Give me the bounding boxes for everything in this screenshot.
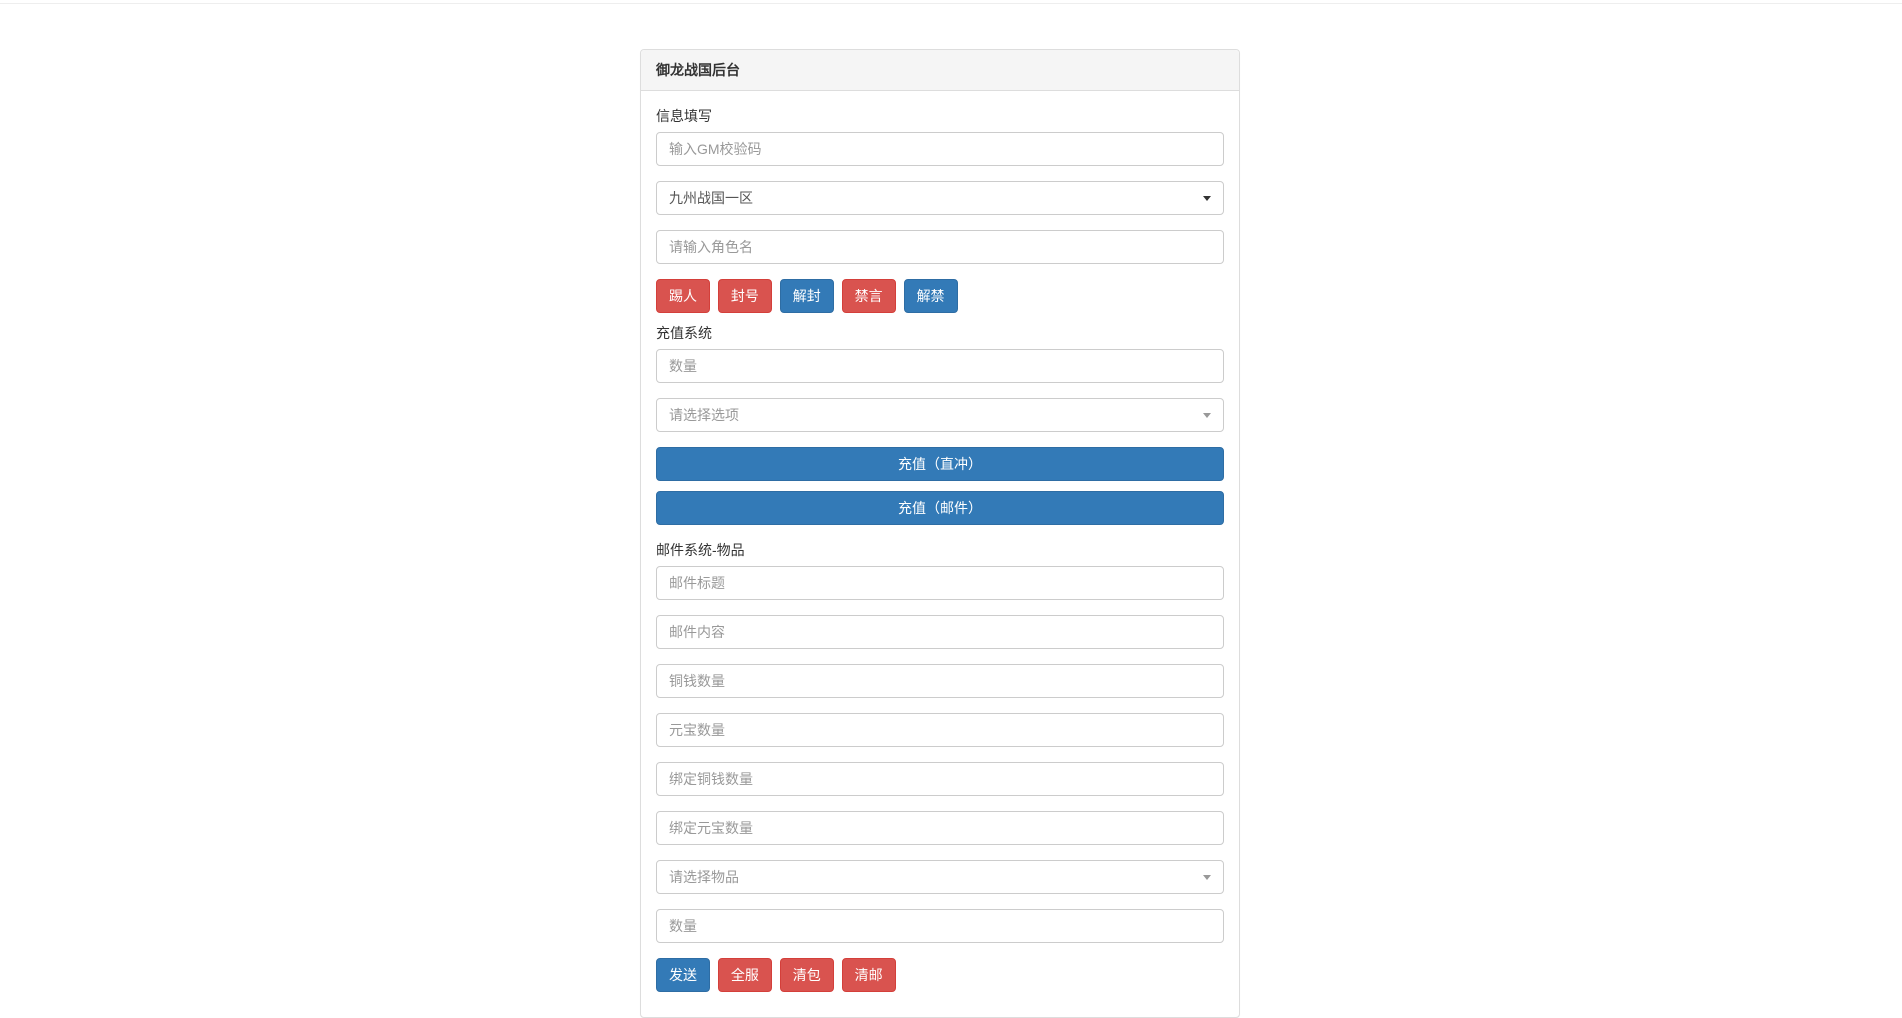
unmute-button[interactable]: 解禁	[904, 279, 958, 313]
mail-item-select[interactable]: 请选择物品	[656, 860, 1224, 894]
recharge-direct-button[interactable]: 充值（直冲）	[656, 447, 1224, 481]
server-select-value: 九州战国一区	[669, 188, 753, 208]
recharge-section-label: 充值系统	[656, 323, 1224, 343]
mute-button[interactable]: 禁言	[842, 279, 896, 313]
mail-bind-copper-input[interactable]	[656, 762, 1224, 796]
recharge-amount-input[interactable]	[656, 349, 1224, 383]
mail-title-input[interactable]	[656, 566, 1224, 600]
panel-body: 信息填写 九州战国一区 踢人 封号 解封 禁言 解禁 充值系统 请选择选项	[641, 91, 1239, 1017]
panel-title: 御龙战国后台	[641, 50, 1239, 91]
mail-action-row: 发送 全服 清包 清邮	[656, 958, 1224, 992]
unban-button[interactable]: 解封	[780, 279, 834, 313]
gm-code-input[interactable]	[656, 132, 1224, 166]
info-section-label: 信息填写	[656, 106, 1224, 126]
info-action-row: 踢人 封号 解封 禁言 解禁	[656, 279, 1224, 313]
mail-copper-input[interactable]	[656, 664, 1224, 698]
recharge-option-select[interactable]: 请选择选项	[656, 398, 1224, 432]
mail-gold-input[interactable]	[656, 713, 1224, 747]
caret-down-icon	[1203, 413, 1211, 418]
admin-panel: 御龙战国后台 信息填写 九州战国一区 踢人 封号 解封 禁言 解禁 充值系统	[640, 49, 1240, 1018]
kick-button[interactable]: 踢人	[656, 279, 710, 313]
top-divider	[0, 3, 1902, 4]
clear-mail-button[interactable]: 清邮	[842, 958, 896, 992]
role-name-input[interactable]	[656, 230, 1224, 264]
server-select[interactable]: 九州战国一区	[656, 181, 1224, 215]
recharge-mail-button[interactable]: 充值（邮件）	[656, 491, 1224, 525]
caret-down-icon	[1203, 196, 1211, 201]
caret-down-icon	[1203, 875, 1211, 880]
recharge-option-placeholder: 请选择选项	[669, 405, 739, 425]
ban-button[interactable]: 封号	[718, 279, 772, 313]
mail-content-input[interactable]	[656, 615, 1224, 649]
send-button[interactable]: 发送	[656, 958, 710, 992]
mail-section-label: 邮件系统-物品	[656, 540, 1224, 560]
mail-item-qty-input[interactable]	[656, 909, 1224, 943]
mail-item-select-placeholder: 请选择物品	[669, 867, 739, 887]
clear-bag-button[interactable]: 清包	[780, 958, 834, 992]
mail-bind-gold-input[interactable]	[656, 811, 1224, 845]
all-server-button[interactable]: 全服	[718, 958, 772, 992]
